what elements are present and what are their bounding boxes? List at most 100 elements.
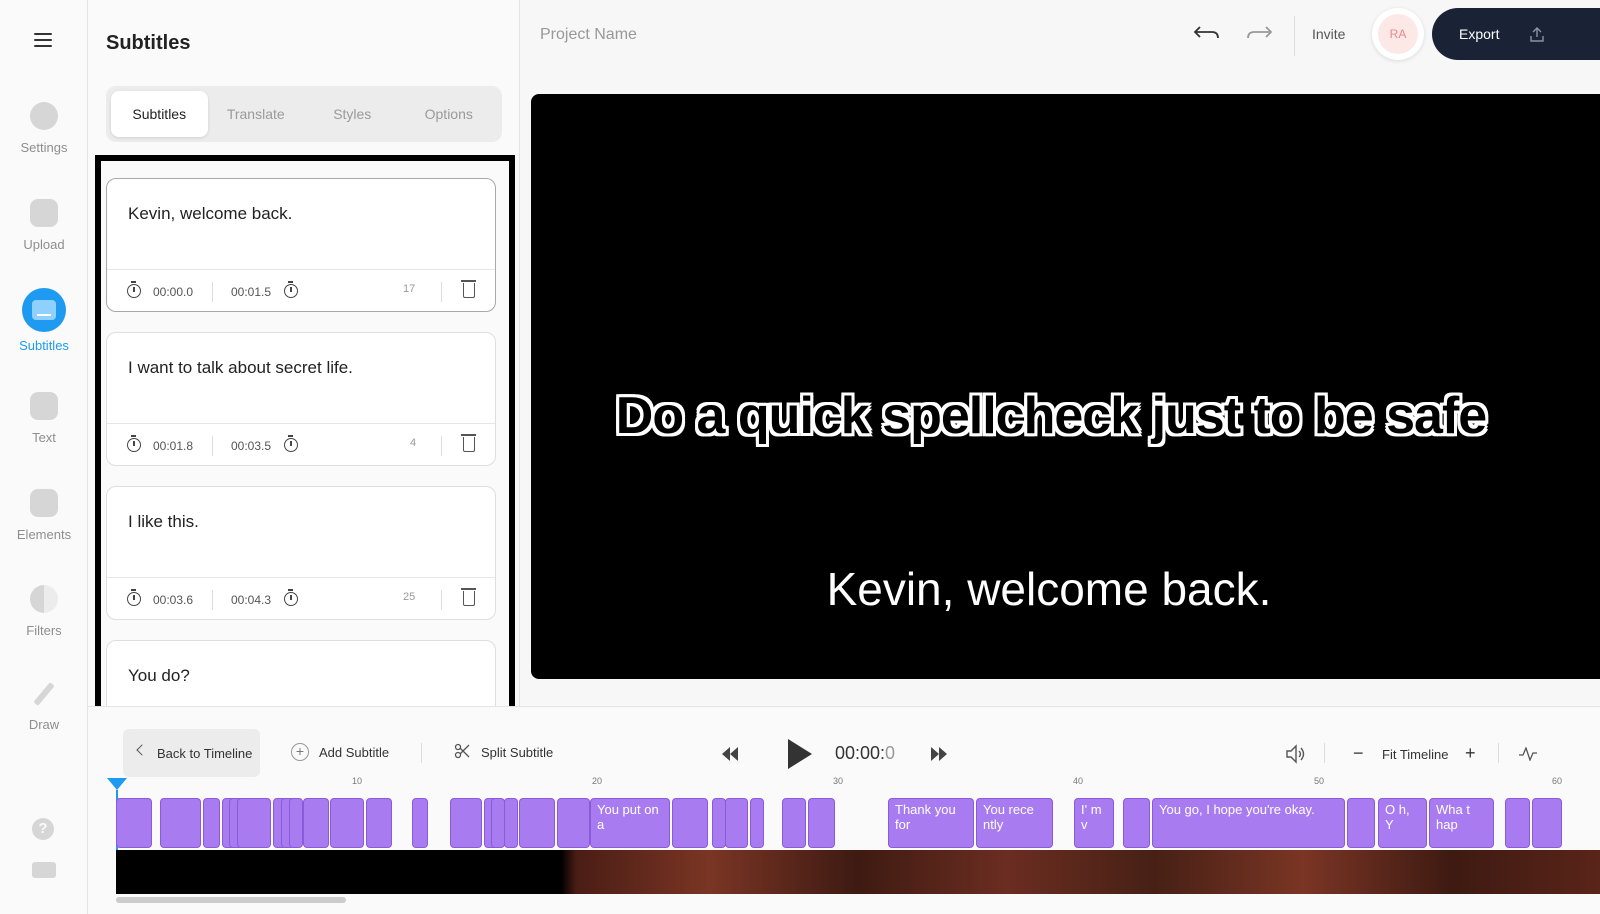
subtitles-panel: Subtitles Subtitles Translate Styles Opt… [88, 0, 588, 719]
subtitle-text[interactable]: I want to talk about secret life. [128, 358, 353, 378]
subtitle-text[interactable]: I like this. [128, 512, 199, 532]
subtitle-segment[interactable] [303, 798, 329, 848]
video-filmstrip[interactable] [116, 850, 1600, 894]
subtitle-card[interactable]: Kevin, welcome back. 00:00.0 00:01.5 17 [106, 178, 496, 312]
help-icon[interactable]: ? [32, 818, 54, 840]
subtitle-segment[interactable] [412, 798, 428, 848]
subtitle-segment[interactable] [1505, 798, 1530, 848]
start-time[interactable]: 00:03.6 [153, 593, 193, 607]
export-button[interactable]: Export [1432, 8, 1600, 60]
volume-icon[interactable] [1284, 743, 1308, 765]
end-time-icon[interactable] [284, 281, 298, 298]
rail-item-subtitles[interactable]: Subtitles [0, 288, 88, 368]
tab-subtitles[interactable]: Subtitles [111, 91, 208, 137]
end-time-icon[interactable] [284, 435, 298, 452]
subtitle-segment[interactable] [1123, 798, 1150, 848]
subtitle-segment[interactable]: Thank you for [888, 798, 974, 848]
subtitle-segment[interactable] [160, 798, 201, 848]
waveform-icon[interactable] [1519, 747, 1537, 761]
playhead[interactable] [107, 778, 127, 790]
subtitle-segment[interactable] [330, 798, 364, 848]
subtitles-icon-wrap [22, 288, 66, 332]
zoom-in-button[interactable]: + [1465, 743, 1476, 764]
start-time[interactable]: 00:01.8 [153, 439, 193, 453]
end-time[interactable]: 00:04.3 [231, 593, 271, 607]
subtitle-segment[interactable] [712, 798, 726, 848]
video-subtitle[interactable]: Kevin, welcome back. [531, 562, 1567, 616]
tab-translate[interactable]: Translate [208, 91, 305, 137]
subtitle-segment[interactable] [672, 798, 708, 848]
avatar[interactable]: RA [1372, 8, 1424, 60]
delete-icon[interactable] [461, 434, 476, 452]
subtitle-segment[interactable] [750, 798, 764, 848]
back-to-timeline-button[interactable]: Back to Timeline [123, 729, 260, 777]
rail-item-filters[interactable]: Filters [0, 585, 88, 665]
subtitle-card[interactable]: I want to talk about secret life. 00:01.… [106, 332, 496, 466]
end-time[interactable]: 00:03.5 [231, 439, 271, 453]
subtitle-segment[interactable] [289, 798, 303, 848]
start-time-icon[interactable] [127, 435, 141, 452]
keyboard-icon[interactable] [32, 862, 56, 878]
subtitle-segment[interactable]: O h, Y [1378, 798, 1427, 848]
elements-icon [30, 489, 58, 517]
subtitle-segment[interactable]: I' m v [1074, 798, 1114, 848]
subtitle-segment[interactable] [557, 798, 590, 848]
menu-icon[interactable] [34, 33, 52, 47]
subtitle-segment[interactable] [450, 798, 482, 848]
subtitle-segment[interactable] [504, 798, 518, 848]
char-count: 4 [410, 437, 417, 449]
subtitle-segment[interactable] [203, 798, 220, 848]
ruler-tick: 50 [1314, 776, 1325, 786]
rail-item-draw[interactable]: Draw [0, 681, 88, 761]
delete-icon[interactable] [461, 280, 476, 298]
zoom-out-button[interactable]: − [1353, 743, 1364, 764]
delete-icon[interactable] [461, 588, 476, 606]
timeline-ruler[interactable]: 10 20 30 40 50 60 [116, 776, 1600, 796]
subtitle-segment[interactable] [366, 798, 392, 848]
subtitle-text[interactable]: You do? [128, 666, 190, 686]
subtitle-segment[interactable]: Wha t hap [1429, 798, 1494, 848]
rail-item-text[interactable]: Text [0, 392, 88, 472]
divider [421, 743, 422, 763]
start-time[interactable]: 00:00.0 [153, 285, 193, 299]
subtitle-segment[interactable] [1532, 798, 1562, 848]
project-name[interactable]: Project Name [540, 26, 637, 44]
end-time[interactable]: 00:01.5 [231, 285, 271, 299]
subtitle-segment[interactable]: You go, I hope you're okay. [1152, 798, 1345, 848]
redo-icon[interactable] [1246, 22, 1274, 44]
start-time-icon[interactable] [127, 589, 141, 606]
subtitle-segment[interactable] [1347, 798, 1375, 848]
fit-timeline-button[interactable]: Fit Timeline [1382, 747, 1448, 762]
subtitle-segment[interactable] [782, 798, 806, 848]
rail-item-settings[interactable]: Settings [0, 102, 88, 182]
subtitle-text[interactable]: Kevin, welcome back. [128, 204, 292, 224]
invite-button[interactable]: Invite [1312, 26, 1345, 42]
start-time-icon[interactable] [127, 281, 141, 298]
rail-item-elements[interactable]: Elements [0, 489, 88, 569]
ruler-tick: 60 [1552, 776, 1563, 786]
video-preview[interactable]: Do a quick spellcheck just to be safe Ke… [531, 94, 1600, 679]
rewind-icon[interactable] [721, 747, 739, 761]
subtitle-segment[interactable]: You rece ntly [976, 798, 1053, 848]
play-button[interactable] [788, 739, 812, 769]
rail-item-upload[interactable]: Upload [0, 199, 88, 279]
timeline-scrollbar[interactable] [116, 897, 346, 903]
tab-styles[interactable]: Styles [304, 91, 401, 137]
rail-item-label: Filters [26, 623, 62, 638]
subtitle-segment[interactable] [519, 798, 555, 848]
subtitle-segment[interactable] [116, 798, 152, 848]
ruler-tick: 30 [833, 776, 844, 786]
subtitle-segment[interactable]: You put on a [590, 798, 670, 848]
undo-icon[interactable] [1192, 22, 1220, 44]
subtitle-segment[interactable] [237, 798, 271, 848]
fast-forward-icon[interactable] [930, 747, 948, 761]
divider [1294, 16, 1295, 56]
upload-icon [1530, 27, 1544, 42]
subtitle-segment[interactable] [491, 798, 505, 848]
tab-options[interactable]: Options [401, 91, 498, 137]
divider [441, 436, 442, 456]
subtitle-segment[interactable] [808, 798, 835, 848]
subtitle-card[interactable]: I like this. 00:03.6 00:04.3 25 [106, 486, 496, 620]
subtitle-segment[interactable] [725, 798, 748, 848]
end-time-icon[interactable] [284, 589, 298, 606]
